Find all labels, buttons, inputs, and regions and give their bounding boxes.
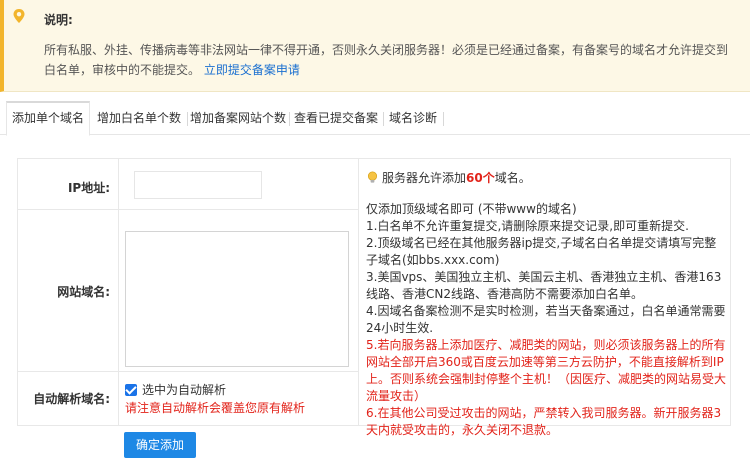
notice-body: 所有私服、外挂、传播病毒等非法网站一律不得开通，否则永久关闭服务器！必须是已经通… [44, 43, 729, 77]
tab-separator [289, 112, 290, 126]
tab-domain-diagnosis[interactable]: 域名诊断 [385, 101, 441, 135]
tab-separator [383, 112, 384, 126]
notice-text: 所有私服、外挂、传播病毒等非法网站一律不得开通，否则永久关闭服务器！必须是已经通… [44, 40, 738, 80]
auto-resolve-checkbox[interactable] [125, 383, 137, 396]
tab-separator [187, 112, 188, 126]
lightbulb-icon [367, 171, 378, 183]
tab-add-whitelist-count[interactable]: 增加白名单个数 [96, 101, 182, 135]
notice-box: 说明: 所有私服、外挂、传播病毒等非法网站一律不得开通，否则永久关闭服务器！必须… [0, 0, 750, 92]
row-divider [18, 371, 358, 372]
allowance-prefix: 服务器允许添加 [382, 171, 467, 185]
auto-resolve-warning: 请注意自动解析会覆盖您原有解析 [125, 401, 306, 415]
row-divider [18, 209, 358, 210]
tab-add-filing-count[interactable]: 增加备案网站个数 [190, 101, 286, 135]
tab-separator [443, 112, 444, 126]
allowance-suffix: 域名。 [494, 171, 531, 185]
auto-resolve-checkbox-label: 选中为自动解析 [142, 383, 227, 397]
tab-bar: 添加单个域名 增加白名单个数 增加备案网站个数 查看已提交备案 域名诊断 [0, 101, 750, 136]
ip-label: IP地址: [67, 181, 110, 195]
rules-intro: 仅添加顶级域名即可 (不带www的域名) [366, 202, 577, 216]
confirm-add-button[interactable]: 确定添加 [124, 432, 196, 458]
domain-label: 网站域名: [57, 285, 110, 299]
allowance-line: 服务器允许添加 60个 域名。 [366, 169, 531, 186]
column-divider [358, 159, 359, 425]
location-pin-icon [13, 9, 25, 23]
tab-add-single-domain[interactable]: 添加单个域名 [6, 101, 90, 136]
submit-filing-link[interactable]: 立即提交备案申请 [204, 63, 300, 77]
tab-view-submitted-filings[interactable]: 查看已提交备案 [293, 101, 379, 135]
auto-resolve-label: 自动解析域名: [33, 392, 110, 406]
rule-1: 1.白名单不允许重复提交,请删除原来提交记录,即可重新提交. [366, 219, 689, 233]
column-divider [118, 159, 119, 425]
domain-textarea[interactable] [125, 231, 349, 367]
notice-title: 说明: [44, 13, 73, 27]
rule-4: 4.因域名备案检测不是实时检测，若当天备案通过，白名单通常需要24小时生效. [366, 304, 726, 335]
rule-6: 6.在其他公司受过攻击的网站，严禁转入我司服务器。新开服务器3天内就受攻击的，永… [366, 406, 722, 437]
rule-3: 3.美国vps、美国独立主机、美国云主机、香港独立主机、香港163线路、香港CN… [366, 270, 722, 301]
rule-2: 2.顶级域名已经在其他服务器ip提交,子域名白名单提交请填写完整子域名(如bbs… [366, 236, 717, 267]
ip-input[interactable] [134, 171, 262, 199]
rules-list: 仅添加顶级域名即可 (不带www的域名) 1.白名单不允许重复提交,请删除原来提… [366, 201, 726, 439]
rule-5: 5.若向服务器上添加医疗、减肥类的网站，则必须该服务器上的所有网站全部开启360… [366, 338, 727, 403]
auto-resolve-option[interactable]: 选中为自动解析 [125, 381, 226, 398]
allowance-count: 60个 [466, 171, 495, 185]
